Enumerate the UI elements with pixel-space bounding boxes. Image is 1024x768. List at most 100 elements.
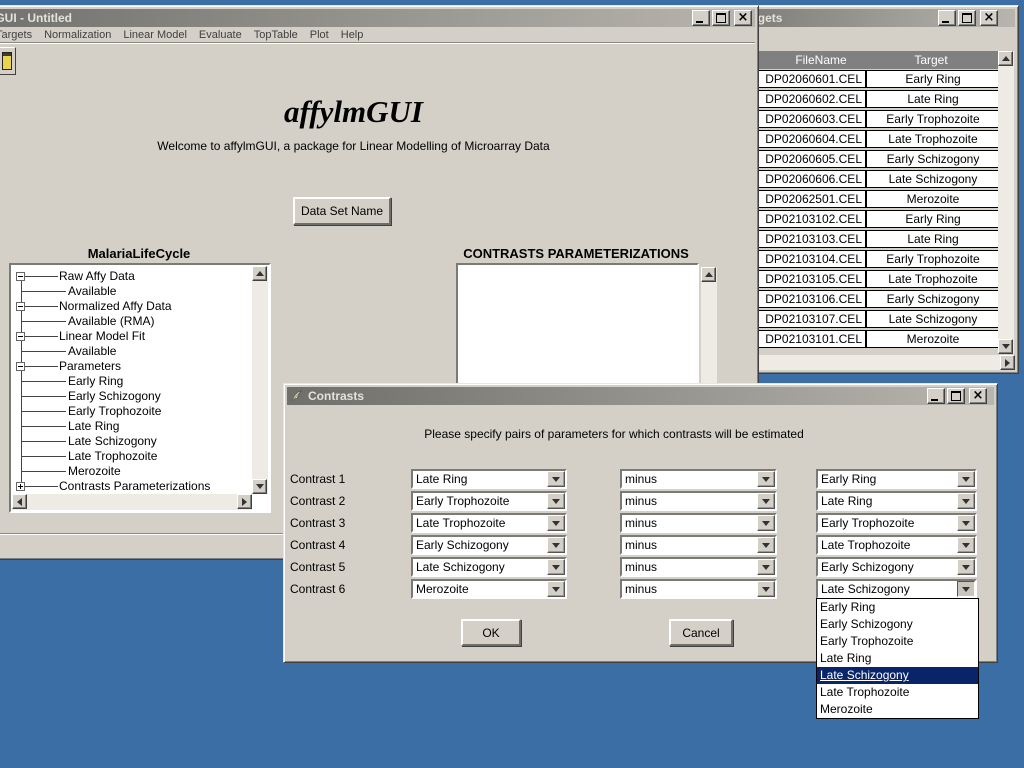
contrasts-parameterizations-scrollbar[interactable] (701, 267, 717, 397)
scroll-up-icon[interactable] (252, 266, 267, 281)
contrast-5-right-select[interactable]: Early Schizogony (816, 557, 977, 577)
minimize-button[interactable] (692, 10, 710, 26)
contrast-5-left-select[interactable]: Late Schizogony (411, 557, 567, 577)
menu-item-targets[interactable]: Targets (0, 29, 38, 41)
combo-dropdown-button[interactable] (957, 581, 975, 597)
tree-item-merozoite[interactable]: Merozoite (12, 464, 251, 479)
combo-dropdown-button[interactable] (957, 493, 975, 509)
scroll-down-icon[interactable] (252, 479, 267, 494)
minimize-button[interactable] (938, 10, 956, 26)
contrast-6-right-select[interactable]: Late Schizogony (816, 579, 977, 599)
dialog-titlebar[interactable]: Contrasts (287, 387, 994, 405)
tree-item-raw-affy-data[interactable]: Raw Affy Data (12, 269, 251, 284)
menu-item-normalization[interactable]: Normalization (38, 29, 117, 41)
tree-item-available-rma[interactable]: Available (RMA) (12, 314, 251, 329)
combo-dropdown-button[interactable] (757, 559, 775, 575)
tree-item-late-trophozoite[interactable]: Late Trophozoite (12, 449, 251, 464)
menu-item-linear-model[interactable]: Linear Model (117, 29, 193, 41)
combo-dropdown-button[interactable] (547, 559, 565, 575)
scroll-up-icon[interactable] (998, 51, 1013, 66)
contrast-2-right-select[interactable]: Late Ring (816, 491, 977, 511)
contrast-3-left-select[interactable]: Late Trophozoite (411, 513, 567, 533)
contrast-3-operator-select[interactable]: minus (620, 513, 777, 533)
contrast-4-left-select[interactable]: Early Schizogony (411, 535, 567, 555)
contrast-4-right-select[interactable]: Late Trophozoite (816, 535, 977, 555)
contrast-4-operator-select[interactable]: minus (620, 535, 777, 555)
targets-vertical-scrollbar[interactable] (998, 51, 1014, 354)
combo-dropdown-button[interactable] (957, 537, 975, 553)
menu-item-help[interactable]: Help (335, 29, 370, 41)
dropdown-option-merozoite[interactable]: Merozoite (817, 701, 978, 718)
combo-dropdown-button[interactable] (547, 493, 565, 509)
collapse-icon[interactable] (16, 362, 25, 371)
tree-item-parameters[interactable]: Parameters (12, 359, 251, 374)
combo-dropdown-button[interactable] (757, 581, 775, 597)
tree-horizontal-scrollbar[interactable] (12, 494, 252, 510)
tree-item-late-ring[interactable]: Late Ring (12, 419, 251, 434)
cancel-button[interactable]: Cancel (669, 619, 733, 646)
dropdown-option-late-schizogony[interactable]: Late Schizogony (817, 667, 978, 684)
scroll-right-icon[interactable] (237, 494, 252, 509)
tree-item-early-trophozoite[interactable]: Early Trophozoite (12, 404, 251, 419)
dropdown-option-late-trophozoite[interactable]: Late Trophozoite (817, 684, 978, 701)
maximize-button[interactable] (947, 388, 965, 404)
combo-dropdown-button[interactable] (547, 537, 565, 553)
scroll-up-icon[interactable] (701, 267, 716, 282)
menu-item-evaluate[interactable]: Evaluate (193, 29, 248, 41)
tree-vertical-scrollbar[interactable] (252, 266, 268, 494)
contrast-3-right-select[interactable]: Early Trophozoite (816, 513, 977, 533)
contrast-1-operator-select[interactable]: minus (620, 469, 777, 489)
tree-item-linear-model-fit[interactable]: Linear Model Fit (12, 329, 251, 344)
collapse-icon[interactable] (16, 332, 25, 341)
contrast-2-operator-select[interactable]: minus (620, 491, 777, 511)
contrast-5-operator-select[interactable]: minus (620, 557, 777, 577)
data-set-name-button[interactable]: Data Set Name (293, 197, 391, 225)
combo-dropdown-button[interactable] (757, 537, 775, 553)
combo-dropdown-button[interactable] (547, 471, 565, 487)
contrast-6-left-select[interactable]: Merozoite (411, 579, 567, 599)
toolbar-button[interactable] (0, 47, 16, 75)
ok-button[interactable]: OK (461, 619, 521, 646)
contrast-2-left-select[interactable]: Early Trophozoite (411, 491, 567, 511)
close-button[interactable]: × (734, 10, 752, 26)
contrast-1-right-select[interactable]: Early Ring (816, 469, 977, 489)
tree-item-early-ring[interactable]: Early Ring (12, 374, 251, 389)
menu-item-toptable[interactable]: TopTable (248, 29, 304, 41)
combo-dropdown-button[interactable] (757, 493, 775, 509)
column-header-target[interactable]: Target (871, 51, 991, 69)
expand-icon[interactable] (16, 482, 25, 491)
minimize-button[interactable] (927, 388, 945, 404)
combo-dropdown-button[interactable] (957, 515, 975, 531)
main-titlebar[interactable]: affylmGUI - Untitled (0, 9, 755, 27)
dropdown-option-early-trophozoite[interactable]: Early Trophozoite (817, 633, 978, 650)
welcome-text: Welcome to affylmGUI, a package for Line… (0, 139, 758, 153)
dropdown-option-late-ring[interactable]: Late Ring (817, 650, 978, 667)
dropdown-option-early-schizogony[interactable]: Early Schizogony (817, 616, 978, 633)
menu-item-plot[interactable]: Plot (304, 29, 335, 41)
scroll-down-icon[interactable] (998, 339, 1013, 354)
tree-item-early-schizogony[interactable]: Early Schizogony (12, 389, 251, 404)
tree-item-late-schizogony[interactable]: Late Schizogony (12, 434, 251, 449)
scroll-right-icon[interactable] (1000, 355, 1015, 370)
combo-dropdown-button[interactable] (757, 515, 775, 531)
combo-dropdown-button[interactable] (547, 581, 565, 597)
tree-item-available[interactable]: Available (12, 344, 251, 359)
contrast-6-operator-select[interactable]: minus (620, 579, 777, 599)
combo-dropdown-button[interactable] (757, 471, 775, 487)
maximize-button[interactable] (712, 10, 730, 26)
tree-item-available[interactable]: Available (12, 284, 251, 299)
combo-dropdown-button[interactable] (957, 471, 975, 487)
contrast-1-left-select[interactable]: Late Ring (411, 469, 567, 489)
tree-item-normalized-affy-data[interactable]: Normalized Affy Data (12, 299, 251, 314)
scroll-left-icon[interactable] (12, 494, 27, 509)
close-button[interactable]: × (969, 388, 987, 404)
tree-item-contrasts-parameterizations[interactable]: Contrasts Parameterizations (12, 479, 251, 493)
collapse-icon[interactable] (16, 302, 25, 311)
dropdown-option-early-ring[interactable]: Early Ring (817, 599, 978, 616)
collapse-icon[interactable] (16, 272, 25, 281)
column-header-filename[interactable]: FileName (761, 51, 881, 69)
combo-dropdown-button[interactable] (957, 559, 975, 575)
close-button[interactable]: × (980, 10, 998, 26)
maximize-button[interactable] (958, 10, 976, 26)
combo-dropdown-button[interactable] (547, 515, 565, 531)
